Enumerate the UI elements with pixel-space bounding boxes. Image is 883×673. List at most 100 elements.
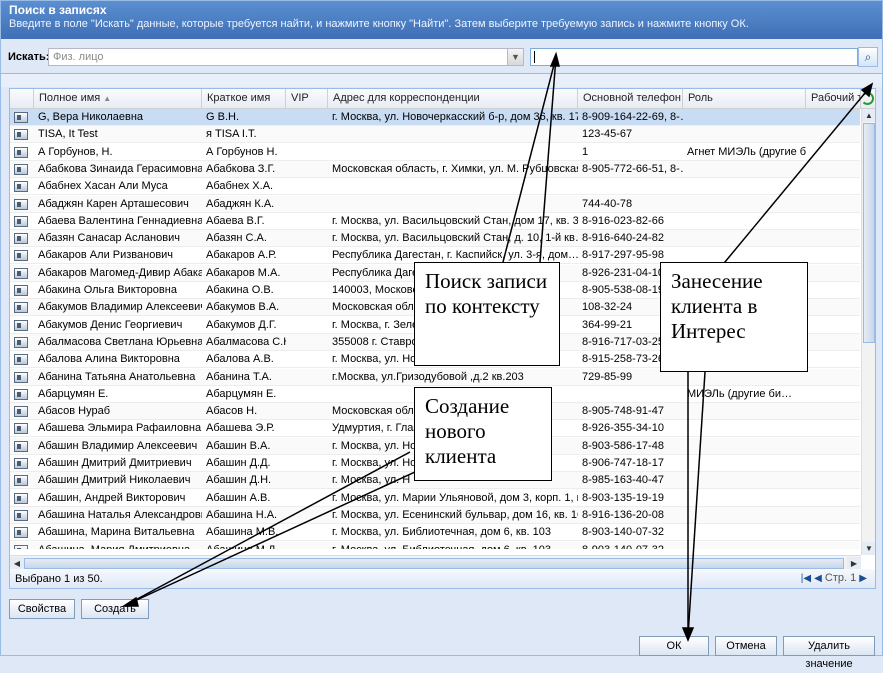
- refresh-icon[interactable]: [861, 92, 874, 105]
- title-bar: Поиск в записях Введите в поле "Искать" …: [1, 1, 882, 39]
- table-row[interactable]: Абабнех Хасан Али Муса Абабнех Х.А.: [10, 178, 860, 196]
- callout-new-client: Создание нового клиента: [414, 387, 552, 481]
- cell-role: [683, 403, 806, 420]
- horizontal-scrollbar[interactable]: ◀ ▶: [10, 555, 861, 570]
- cell-vip: [286, 455, 328, 472]
- cell-name: Абашин, Андрей Викторович: [38, 491, 186, 504]
- cell-vip: [286, 230, 328, 247]
- cell-role: [683, 126, 806, 143]
- cell-name: А Горбунов, Н.: [38, 145, 113, 158]
- cell-phone: 8-916-640-24-82: [582, 232, 664, 245]
- table-row[interactable]: Абашина, Марина Витальевна Абашина М.В. г.…: [10, 524, 860, 542]
- table-row[interactable]: Абабкова Зинаида Герасимовна Абабкова З.Г…: [10, 160, 860, 178]
- client-card-icon: [14, 440, 28, 452]
- cell-short: Абакумов В.А.: [206, 301, 280, 314]
- cell-vip: [286, 317, 328, 334]
- cell-role: [683, 455, 806, 472]
- cell-role: [683, 109, 806, 126]
- cell-short: Абаджян К.А.: [206, 197, 275, 210]
- table-row[interactable]: TISA, It Test я TISA I.T. 123-45-67: [10, 126, 860, 144]
- delete-value-button[interactable]: Удалить значение: [783, 636, 875, 670]
- cell-vip: [286, 369, 328, 386]
- cell-name: Абашина Наталья Александровна: [38, 508, 202, 521]
- table-row[interactable]: Абазян Санасар Асланович Абазян С.А. г. Мо…: [10, 230, 860, 248]
- vertical-scrollbar[interactable]: ▲ ▼: [861, 109, 875, 555]
- client-card-icon: [14, 423, 28, 435]
- column-header-role[interactable]: Роль: [683, 89, 806, 109]
- cell-name: Абакина Ольга Викторовна: [38, 284, 177, 296]
- table-row[interactable]: G, Вера Николаевна G В.Н. г. Москва, ул. Н…: [10, 109, 860, 126]
- cell-phone: 8-903-140-07-32: [582, 526, 664, 539]
- cell-role: [683, 230, 806, 247]
- table-row[interactable]: Абашина, Мария ДмитриевнаАбашина М.Д. г. …: [10, 541, 860, 550]
- properties-button[interactable]: Свойства: [9, 599, 75, 619]
- cell-role: [683, 524, 806, 541]
- vertical-scroll-thumb[interactable]: [863, 123, 875, 343]
- column-header-full-name[interactable]: Полное имя ▲: [34, 89, 202, 109]
- search-input[interactable]: [530, 48, 858, 66]
- cancel-button[interactable]: Отмена: [715, 636, 777, 656]
- cell-phone: 744-40-78: [582, 197, 633, 210]
- pager: |◀ ◀ Стр. 1 ▶: [801, 572, 867, 584]
- cell-address: Московская область, г. Химки, ул. М. Руб…: [332, 162, 578, 175]
- cell-vip: [286, 265, 328, 282]
- next-page-icon[interactable]: ▶: [859, 573, 867, 584]
- cell-role: [683, 472, 806, 489]
- client-card-icon: [14, 319, 28, 331]
- table-row[interactable]: Абашин, Андрей Викторович Абашин А.В. г. М…: [10, 490, 860, 507]
- prev-page-icon[interactable]: ◀: [814, 573, 822, 584]
- cell-vip: [286, 144, 328, 161]
- column-header-short-name[interactable]: Краткое имя: [202, 89, 286, 109]
- table-row[interactable]: Абашина Наталья Александровна Абашина Н.А…: [10, 506, 860, 524]
- cell-address: [328, 178, 578, 195]
- column-header-phone[interactable]: Основной телефон (…: [578, 89, 683, 109]
- table-row[interactable]: Абаева Валентина Геннадиевна Абаева В.Г. г…: [10, 213, 860, 230]
- table-row[interactable]: А Горбунов, Н. А Горбунов Н. 1 Агнет МИЭЛь …: [10, 144, 860, 161]
- search-label: Искать:: [8, 51, 50, 63]
- entity-type-value: Физ. лицо: [53, 51, 104, 63]
- cell-phone: 8-916-136-20-08: [582, 508, 664, 521]
- cell-name: Абакумов Денис Георгиевич: [38, 318, 183, 331]
- client-card-icon: [14, 112, 28, 123]
- cell-name: Абанина Татьяна Анатольевна: [38, 370, 196, 383]
- client-card-icon: [14, 285, 28, 296]
- cell-role: МИЭЛь (другие би…: [687, 387, 792, 400]
- cell-vip: [286, 524, 328, 541]
- text-caret: [534, 51, 535, 63]
- search-button[interactable]: ⌕: [858, 47, 878, 67]
- column-header-work-phone[interactable]: Рабочий тел: [806, 89, 861, 109]
- cell-vip: [286, 299, 328, 316]
- cell-role: [683, 542, 806, 550]
- cell-role: [683, 490, 806, 507]
- client-card-icon: [14, 267, 28, 279]
- cell-name: Абакаров Магомед-Дивир Абакар…: [38, 266, 202, 279]
- column-header-address[interactable]: Адрес для корреспонденции: [328, 89, 578, 109]
- create-button[interactable]: Создать: [81, 599, 149, 619]
- cell-short: Абашин Д.Н.: [206, 474, 272, 487]
- cell-name: Абарцумян Е.: [38, 387, 109, 400]
- first-page-icon[interactable]: |◀: [801, 573, 811, 584]
- chevron-down-icon[interactable]: ▼: [507, 49, 523, 65]
- cell-name: Абашин Владимир Алексеевич: [38, 439, 198, 452]
- cell-name: Абашин Дмитрий Дмитриевич: [38, 457, 192, 469]
- cell-name: Абалова Алина Викторовна: [38, 353, 180, 366]
- scroll-up-icon[interactable]: ▲: [862, 109, 875, 122]
- cell-phone: 8-905-772-66-51, 8-…: [582, 162, 683, 175]
- cell-address: г. Москва, ул. Васильцовский Стан, д. 10…: [332, 232, 578, 245]
- scroll-down-icon[interactable]: ▼: [862, 542, 875, 555]
- client-card-icon: [14, 388, 28, 400]
- cell-vip: [286, 161, 328, 178]
- cell-phone: 8-905-748-91-47: [582, 405, 664, 418]
- column-header-vip[interactable]: VIP: [286, 89, 328, 109]
- cell-vip: [286, 542, 328, 550]
- cell-short: Абашин Д.Д.: [206, 457, 271, 469]
- cell-role: [683, 438, 806, 455]
- cell-phone: 8-916-023-82-66: [582, 214, 664, 227]
- ok-button[interactable]: ОК: [639, 636, 709, 656]
- search-bar: Искать: Физ. лицо ▼ ⌕: [1, 45, 882, 69]
- table-row[interactable]: Абаджян Карен Арташесович Абаджян К.А. 744…: [10, 195, 860, 213]
- cell-address: [328, 196, 578, 213]
- cell-role: Агнет МИЭЛь (другие би…: [687, 145, 806, 158]
- entity-type-combo[interactable]: Физ. лицо ▼: [48, 48, 524, 66]
- horizontal-scroll-thumb[interactable]: [24, 558, 844, 569]
